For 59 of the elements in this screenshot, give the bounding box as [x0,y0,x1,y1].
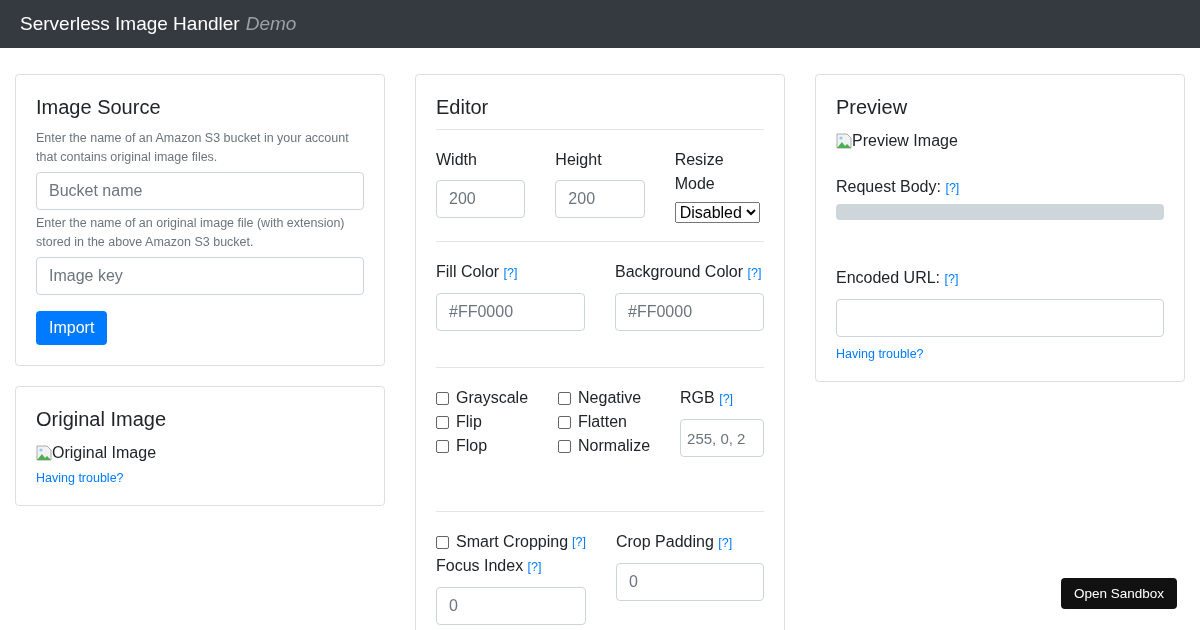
encoded-url-field[interactable] [836,299,1164,337]
checkbox[interactable] [436,391,449,405]
image-alt-text: Original Image [52,444,157,462]
background-color-field[interactable]: #FF0000 [615,293,764,331]
field-label: RGB [680,389,715,406]
checkbox-label: Normalize [578,436,651,456]
crop-padding-field[interactable]: 0 [615,563,764,601]
checkbox[interactable] [436,415,449,429]
checkbox[interactable] [558,439,572,453]
checkbox[interactable] [436,439,449,453]
rgb-field[interactable]: 255, 0, 2 [680,419,764,457]
focus-index-field[interactable]: 0 [436,587,586,625]
help-link[interactable]: [?] [719,392,734,406]
help-text: Enter the name of an Amazon S3 bucket in your account that contains original image files. [36,130,350,166]
broken-image-icon [836,133,852,149]
field-label: Background Color [615,263,744,280]
card-title: Original Image [36,407,168,431]
help-link[interactable]: [?] [503,266,518,280]
checkbox-label: Flop [456,436,488,456]
open-sandbox-button[interactable]: Open Sandbox [1060,578,1177,609]
checkbox-label: Flatten [578,412,627,432]
card-title: Preview [836,95,909,119]
field-label: Width [436,150,478,170]
image-alt-text: Preview Image [852,132,958,150]
having-trouble-link[interactable]: Having trouble? [836,347,924,361]
help-text: Enter the name of an original image file (with extension) stored in the above Amazon S3 bucket. [36,215,346,251]
field-label: Encoded URL: [836,269,941,286]
field-label: Request Body: [836,178,941,195]
checkbox[interactable] [558,415,572,429]
field-label: Height [555,150,603,170]
field-label: Focus Index [436,557,524,574]
help-link[interactable]: [?] [747,266,762,280]
width-field[interactable]: 200 [436,180,526,218]
app-title: Serverless Image Handler [20,13,240,35]
broken-image-icon [36,445,52,461]
resize-mode-dropdown[interactable]: Disabled [674,202,760,223]
bucket-name-field[interactable]: Bucket name [36,172,364,210]
field-label: Crop Padding [615,533,714,550]
fill-color-field[interactable]: #FF0000 [436,293,585,331]
import-button[interactable]: Import [36,311,108,345]
help-link[interactable]: [?] [945,181,960,195]
app-subtitle: Demo [245,13,297,35]
height-field[interactable]: 200 [555,180,645,218]
card-title: Image Source [36,95,162,119]
checkbox-label: Negative [578,388,642,408]
checkbox[interactable] [558,391,572,405]
checkbox-label: Flip [456,412,482,432]
image-key-field[interactable]: Image key [36,257,364,295]
field-label: Fill Color [436,263,500,280]
having-trouble-link[interactable]: Having trouble? [36,471,124,485]
checkbox-label: Smart Cropping [456,532,569,552]
checkbox-label: Grayscale [456,388,529,408]
field-label: Resize Mode [674,150,725,194]
checkbox[interactable] [436,535,449,549]
help-link[interactable]: [?] [527,560,542,574]
help-link[interactable]: [?] [572,530,586,554]
help-link[interactable]: [?] [718,536,733,550]
help-link[interactable]: [?] [944,272,959,286]
card-title: Editor [436,95,490,119]
